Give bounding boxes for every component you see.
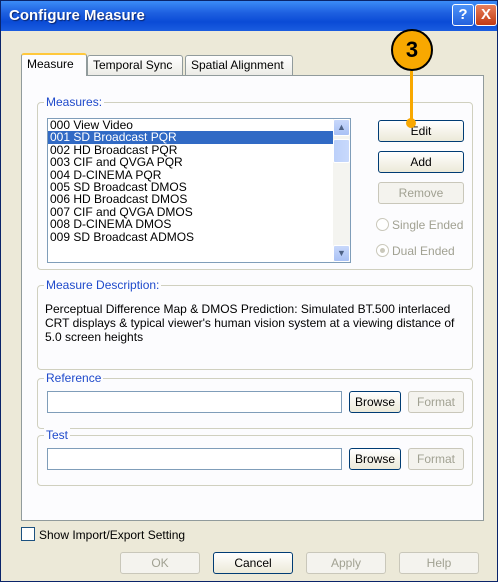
- radio-circle-selected: [376, 244, 389, 257]
- list-item[interactable]: 003 CIF and QVGA PQR: [48, 156, 350, 168]
- show-import-export-label: Show Import/Export Setting: [39, 528, 186, 542]
- measure-tab-panel: Measures: 000 View Video 001 SD Broadcas…: [21, 75, 484, 521]
- chevron-down-icon: ▼: [337, 248, 346, 258]
- list-item[interactable]: 008 D-CINEMA DMOS: [48, 218, 350, 230]
- list-item[interactable]: 006 HD Broadcast DMOS: [48, 193, 350, 205]
- list-scrollbar[interactable]: ▲ ▼: [333, 119, 350, 262]
- step-callout-badge: 3: [391, 29, 433, 71]
- reference-group: Reference Browse Format: [37, 371, 473, 429]
- scroll-down-button[interactable]: ▼: [333, 245, 350, 262]
- cancel-button[interactable]: Cancel: [213, 552, 293, 574]
- measures-list[interactable]: 000 View Video 001 SD Broadcast PQR 002 …: [47, 118, 351, 263]
- scroll-up-button[interactable]: ▲: [333, 119, 350, 136]
- callout-pointer-dot: [406, 118, 416, 128]
- checkbox-box: [21, 527, 35, 541]
- radio-circle: [376, 218, 389, 231]
- dual-ended-label: Dual Ended: [392, 244, 455, 258]
- add-button[interactable]: Add: [378, 151, 464, 173]
- reference-field[interactable]: [47, 391, 342, 413]
- tab-spatial-alignment[interactable]: Spatial Alignment: [185, 55, 293, 75]
- measures-label: Measures:: [44, 95, 105, 109]
- help-title-button[interactable]: ?: [452, 4, 474, 26]
- reference-browse-button[interactable]: Browse: [349, 391, 401, 413]
- single-ended-label: Single Ended: [392, 218, 464, 232]
- dual-ended-radio[interactable]: Dual Ended: [376, 243, 455, 259]
- remove-button[interactable]: Remove: [378, 182, 464, 204]
- test-browse-button[interactable]: Browse: [349, 448, 401, 470]
- test-field[interactable]: [47, 448, 342, 470]
- window-title: Configure Measure: [9, 7, 145, 24]
- single-ended-radio[interactable]: Single Ended: [376, 217, 463, 233]
- description-group: Measure Description: Perceptual Differen…: [37, 278, 473, 370]
- test-label: Test: [44, 428, 71, 442]
- list-item[interactable]: 001 SD Broadcast PQR: [48, 131, 350, 144]
- apply-button[interactable]: Apply: [306, 552, 386, 574]
- show-import-export-checkbox[interactable]: Show Import/Export Setting: [21, 527, 185, 543]
- chevron-up-icon: ▲: [337, 122, 346, 132]
- tab-temporal-sync[interactable]: Temporal Sync: [87, 55, 183, 75]
- title-bar: Configure Measure ? X: [1, 1, 497, 31]
- scroll-thumb[interactable]: [333, 139, 350, 163]
- description-label: Measure Description:: [44, 278, 162, 292]
- tab-measure[interactable]: Measure: [21, 53, 87, 76]
- close-icon: X: [480, 6, 491, 23]
- reference-label: Reference: [44, 371, 104, 385]
- dialog-content: Measure Temporal Sync Spatial Alignment …: [1, 31, 497, 583]
- ok-button[interactable]: OK: [120, 552, 200, 574]
- reference-format-button[interactable]: Format: [408, 391, 464, 413]
- test-group: Test Browse Format: [37, 428, 473, 486]
- help-icon: ?: [458, 6, 468, 23]
- test-format-button[interactable]: Format: [408, 448, 464, 470]
- list-item[interactable]: 009 SD Broadcast ADMOS: [48, 230, 350, 243]
- close-button[interactable]: X: [475, 4, 497, 26]
- callout-pointer-line: [410, 71, 413, 121]
- edit-button[interactable]: Edit: [378, 120, 464, 142]
- configure-measure-dialog: Configure Measure ? X Measure Temporal S…: [0, 0, 498, 582]
- help-button[interactable]: Help: [399, 552, 479, 574]
- description-text: Perceptual Difference Map & DMOS Predict…: [45, 302, 455, 344]
